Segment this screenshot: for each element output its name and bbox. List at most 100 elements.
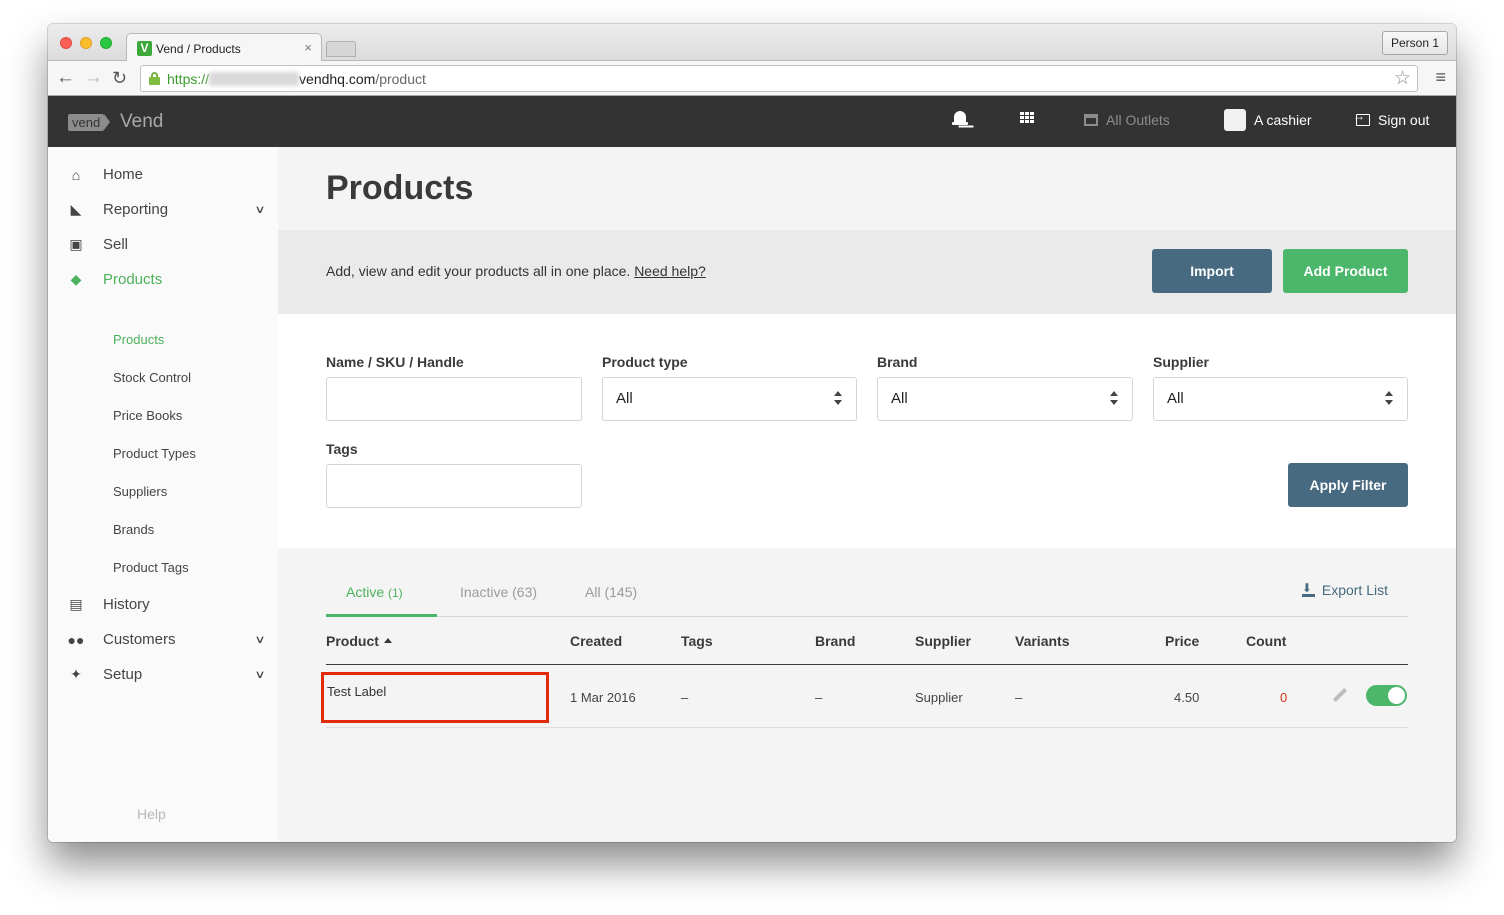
- url-text: https:// vendhq.com/product: [167, 71, 426, 87]
- supplier-value: All: [1167, 390, 1184, 407]
- column-price[interactable]: Price: [1165, 633, 1199, 649]
- sidebar-subitem-stock-control[interactable]: Stock Control: [113, 370, 191, 385]
- chevron-down-icon: ∨: [254, 634, 266, 646]
- tab-count: (145): [604, 584, 638, 600]
- select-arrows-icon: [834, 391, 842, 407]
- column-brand[interactable]: Brand: [815, 633, 855, 649]
- tab-inactive[interactable]: Inactive (63): [460, 584, 537, 600]
- new-tab-button[interactable]: [326, 41, 356, 57]
- close-window-button[interactable]: [60, 37, 72, 49]
- browser-toolbar: ← → ↻ https:// vendhq.com/product ☆ ≡: [48, 61, 1456, 96]
- sidebar-item-reporting[interactable]: ◣ Reporting ∨: [48, 192, 278, 227]
- column-label: Product: [326, 633, 379, 649]
- sidebar-subitem-brands[interactable]: Brands: [113, 522, 154, 537]
- tags-input[interactable]: [326, 464, 582, 508]
- table-row[interactable]: Test Label 1 Mar 2016 – – Supplier – 4.5…: [321, 665, 1408, 728]
- count-value: 0: [1280, 690, 1288, 705]
- back-arrow-icon[interactable]: ←: [56, 66, 75, 90]
- history-icon: ▤: [69, 596, 83, 612]
- sidebar-item-home[interactable]: ⌂ Home: [48, 157, 278, 192]
- browser-window: V Vend / Products × Person 1 ← → ↻ https…: [48, 24, 1456, 842]
- column-count[interactable]: Count: [1246, 633, 1286, 649]
- url-host: vendhq.com: [299, 71, 376, 87]
- sidebar-item-sell[interactable]: ▣ Sell: [48, 227, 278, 262]
- reload-icon[interactable]: ↻: [112, 66, 127, 90]
- app-header: vend Vend All Outlets A cashier Sign out: [48, 96, 1456, 147]
- brand-select[interactable]: All: [877, 377, 1133, 421]
- sidebar-item-label: Sell: [103, 236, 129, 253]
- column-created[interactable]: Created: [570, 633, 622, 649]
- browser-menu-icon[interactable]: ≡: [1435, 67, 1446, 88]
- bookmark-star-icon[interactable]: ☆: [1394, 67, 1411, 90]
- sidebar-subitem-product-types[interactable]: Product Types: [113, 446, 196, 461]
- name-sku-handle-input[interactable]: [326, 377, 582, 421]
- supplier-value: Supplier: [915, 690, 963, 705]
- tab-all[interactable]: All (145): [585, 584, 637, 600]
- url-redacted: [209, 72, 300, 86]
- supplier-select[interactable]: All: [1153, 377, 1408, 421]
- sidebar-subitem-price-books[interactable]: Price Books: [113, 408, 182, 423]
- chevron-down-icon: ∨: [254, 204, 266, 216]
- sidebar-item-products[interactable]: ◆ Products: [48, 262, 278, 297]
- tags-value: –: [681, 690, 689, 705]
- vend-logo[interactable]: vend: [68, 114, 111, 131]
- url-scheme: https://: [167, 71, 210, 87]
- import-button[interactable]: Import: [1152, 249, 1272, 293]
- help-link[interactable]: Help: [137, 806, 166, 822]
- sidebar-subitem-products[interactable]: Products: [113, 332, 164, 347]
- tab-count: (1): [388, 586, 403, 600]
- supplier-label: Supplier: [1153, 354, 1210, 370]
- tab-label: Active: [346, 584, 385, 600]
- intro-text: Add, view and edit your products all in …: [326, 263, 706, 279]
- need-help-link[interactable]: Need help?: [634, 263, 706, 279]
- active-toggle[interactable]: [1366, 685, 1407, 706]
- edit-pencil-icon[interactable]: [1332, 687, 1348, 703]
- apply-filter-button[interactable]: Apply Filter: [1288, 463, 1408, 507]
- tab-active[interactable]: Active (1): [346, 584, 403, 600]
- brand-value: All: [891, 390, 908, 407]
- column-product[interactable]: Product: [326, 633, 392, 649]
- product-type-select[interactable]: All: [602, 377, 857, 421]
- column-variants[interactable]: Variants: [1015, 633, 1069, 649]
- tab-label: All: [585, 584, 601, 600]
- status-tabs: Active (1) Inactive (63) All (145) Expor…: [326, 571, 1408, 617]
- column-supplier[interactable]: Supplier: [915, 633, 971, 649]
- notifications-button[interactable]: [952, 110, 968, 128]
- chart-area-icon: ◣: [70, 201, 82, 217]
- brand-label: Brand: [877, 354, 918, 370]
- browser-titlebar: V Vend / Products × Person 1: [48, 24, 1456, 62]
- apps-button[interactable]: [1020, 112, 1034, 123]
- sign-out-button[interactable]: Sign out: [1353, 109, 1429, 128]
- avatar: [1224, 109, 1246, 131]
- column-tags[interactable]: Tags: [681, 633, 713, 649]
- table-header: Product Created Tags Brand Supplier Vari…: [326, 617, 1408, 665]
- address-bar[interactable]: https:// vendhq.com/product ☆: [140, 65, 1418, 92]
- minimize-window-button[interactable]: [80, 37, 92, 49]
- page-title: Products: [326, 169, 474, 207]
- maximize-window-button[interactable]: [100, 37, 112, 49]
- bell-icon: [952, 110, 968, 128]
- sidebar-subitem-product-tags[interactable]: Product Tags: [113, 560, 189, 575]
- export-list-button[interactable]: Export List: [1301, 581, 1388, 598]
- add-product-button[interactable]: Add Product: [1283, 249, 1408, 293]
- browser-tab[interactable]: V Vend / Products ×: [126, 33, 322, 62]
- users-icon: ●●: [67, 631, 85, 648]
- sidebar-item-label: Home: [103, 166, 144, 183]
- sidebar-item-customers[interactable]: ●● Customers ∨: [48, 622, 278, 657]
- select-arrows-icon: [1110, 391, 1118, 407]
- filter-panel: Name / SKU / Handle Product type All Bra…: [278, 314, 1456, 548]
- export-label: Export List: [1321, 582, 1388, 598]
- sidebar-item-label: Reporting: [103, 201, 169, 218]
- profile-button[interactable]: Person 1: [1381, 31, 1448, 55]
- outlet-selector[interactable]: All Outlets: [1084, 112, 1170, 128]
- sidebar-subitem-suppliers[interactable]: Suppliers: [113, 484, 167, 499]
- sidebar-item-history[interactable]: ▤ History: [48, 587, 278, 622]
- user-menu[interactable]: A cashier: [1224, 109, 1312, 131]
- variants-value: –: [1015, 690, 1023, 705]
- name-filter-label: Name / SKU / Handle: [326, 354, 464, 370]
- sort-ascending-icon: [383, 638, 392, 643]
- sidebar-item-setup[interactable]: ✦ Setup ∨: [48, 657, 278, 692]
- forward-arrow-icon[interactable]: →: [84, 66, 103, 90]
- vend-favicon-icon: V: [137, 41, 152, 56]
- tab-close-icon[interactable]: ×: [304, 40, 312, 55]
